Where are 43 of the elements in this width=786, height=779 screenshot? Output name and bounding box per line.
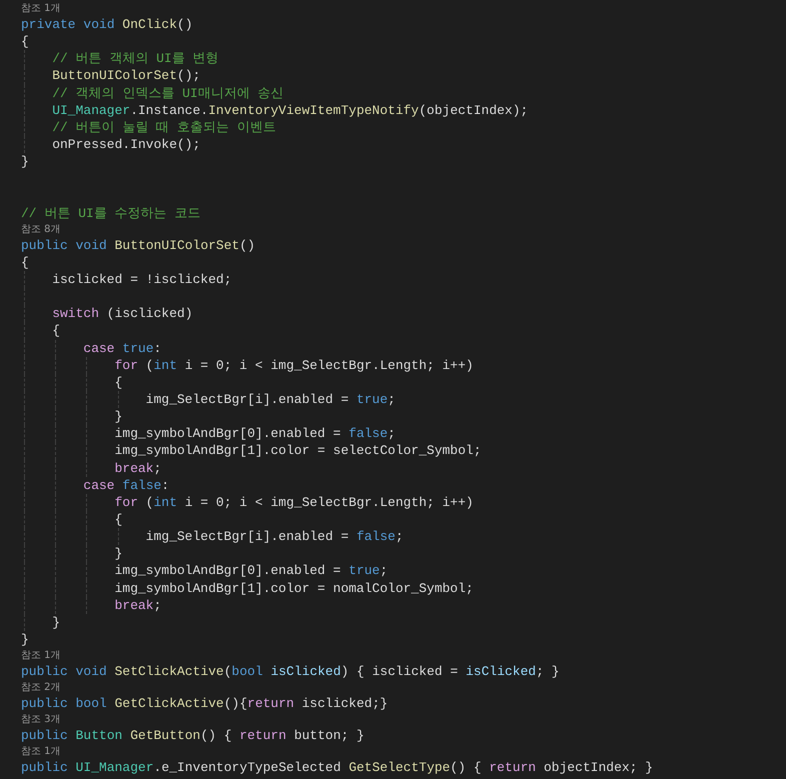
code-line: isclicked = !isclicked;	[52, 270, 232, 288]
code-line: onPressed.Invoke();	[52, 136, 200, 154]
code-line: private void OnClick()	[21, 16, 193, 34]
code-line: {	[52, 322, 60, 340]
code-line: for (int i = 0; i < img_SelectBgr.Length; i++)	[114, 494, 474, 511]
reference-count[interactable]: 참조 8개	[21, 222, 61, 237]
code-line: for (int i = 0; i < img_SelectBgr.Length; i++)	[114, 356, 474, 374]
code-comment: // 버튼 객체의 UI를 변형	[52, 50, 219, 68]
code-line: img_symbolAndBgr[1].color = nomalColor_Symbol;	[114, 580, 474, 597]
code-line: case true:	[83, 340, 162, 357]
code-line: {	[114, 374, 122, 391]
code-line: img_symbolAndBgr[1].color = selectColor_Symbol;	[114, 442, 482, 460]
reference-count[interactable]: 참조 1개	[21, 744, 61, 760]
code-line: {	[21, 33, 29, 50]
code-line: public UI_Manager.e_InventoryTypeSelected GetSelectType() { return objectIndex; }	[21, 759, 653, 777]
code-line: ButtonUIColorSet();	[52, 67, 200, 85]
reference-count[interactable]: 참조 1개	[21, 1, 61, 16]
code-line: img_symbolAndBgr[0].enabled = false;	[114, 425, 396, 442]
code-line: }	[114, 408, 122, 426]
code-comment: // 객체의 인덱스를 UI매니저에 송신	[52, 84, 284, 102]
reference-count[interactable]: 참조 2개	[21, 680, 61, 696]
code-line: img_symbolAndBgr[0].enabled = true;	[114, 562, 388, 580]
code-line: img_SelectBgr[i].enabled = false;	[146, 528, 404, 546]
code-line: public Button GetButton() { return button; }	[21, 727, 364, 744]
code-line: img_SelectBgr[i].enabled = true;	[146, 390, 396, 408]
code-line: public void SetClickActive(bool isClicked) { isclicked = isClicked; }	[21, 663, 560, 680]
code-line: public void ButtonUIColorSet()	[21, 236, 256, 254]
code-line: break;	[114, 596, 162, 614]
reference-count[interactable]: 참조 3개	[21, 712, 61, 728]
code-line: switch (isclicked)	[52, 305, 193, 322]
code-line: case false:	[83, 476, 170, 494]
code-line: break;	[114, 460, 162, 477]
code-line: }	[21, 630, 29, 648]
code-comment: // 버튼 UI를 수정하는 코드	[21, 204, 200, 222]
code-comment: // 버튼이 눌릴 때 호출되는 이벤트	[52, 118, 276, 136]
reference-count[interactable]: 참조 1개	[21, 648, 61, 664]
code-line: }	[21, 153, 29, 170]
code-line: {	[114, 510, 122, 528]
code-line: }	[114, 545, 122, 562]
code-line: public bool GetClickActive(){return isclicked;}	[21, 695, 388, 712]
code-line: UI_Manager.Instance.InventoryViewItemTypeNotify(objectIndex);	[52, 102, 528, 119]
code-line: {	[21, 254, 29, 271]
code-line: }	[52, 614, 60, 631]
